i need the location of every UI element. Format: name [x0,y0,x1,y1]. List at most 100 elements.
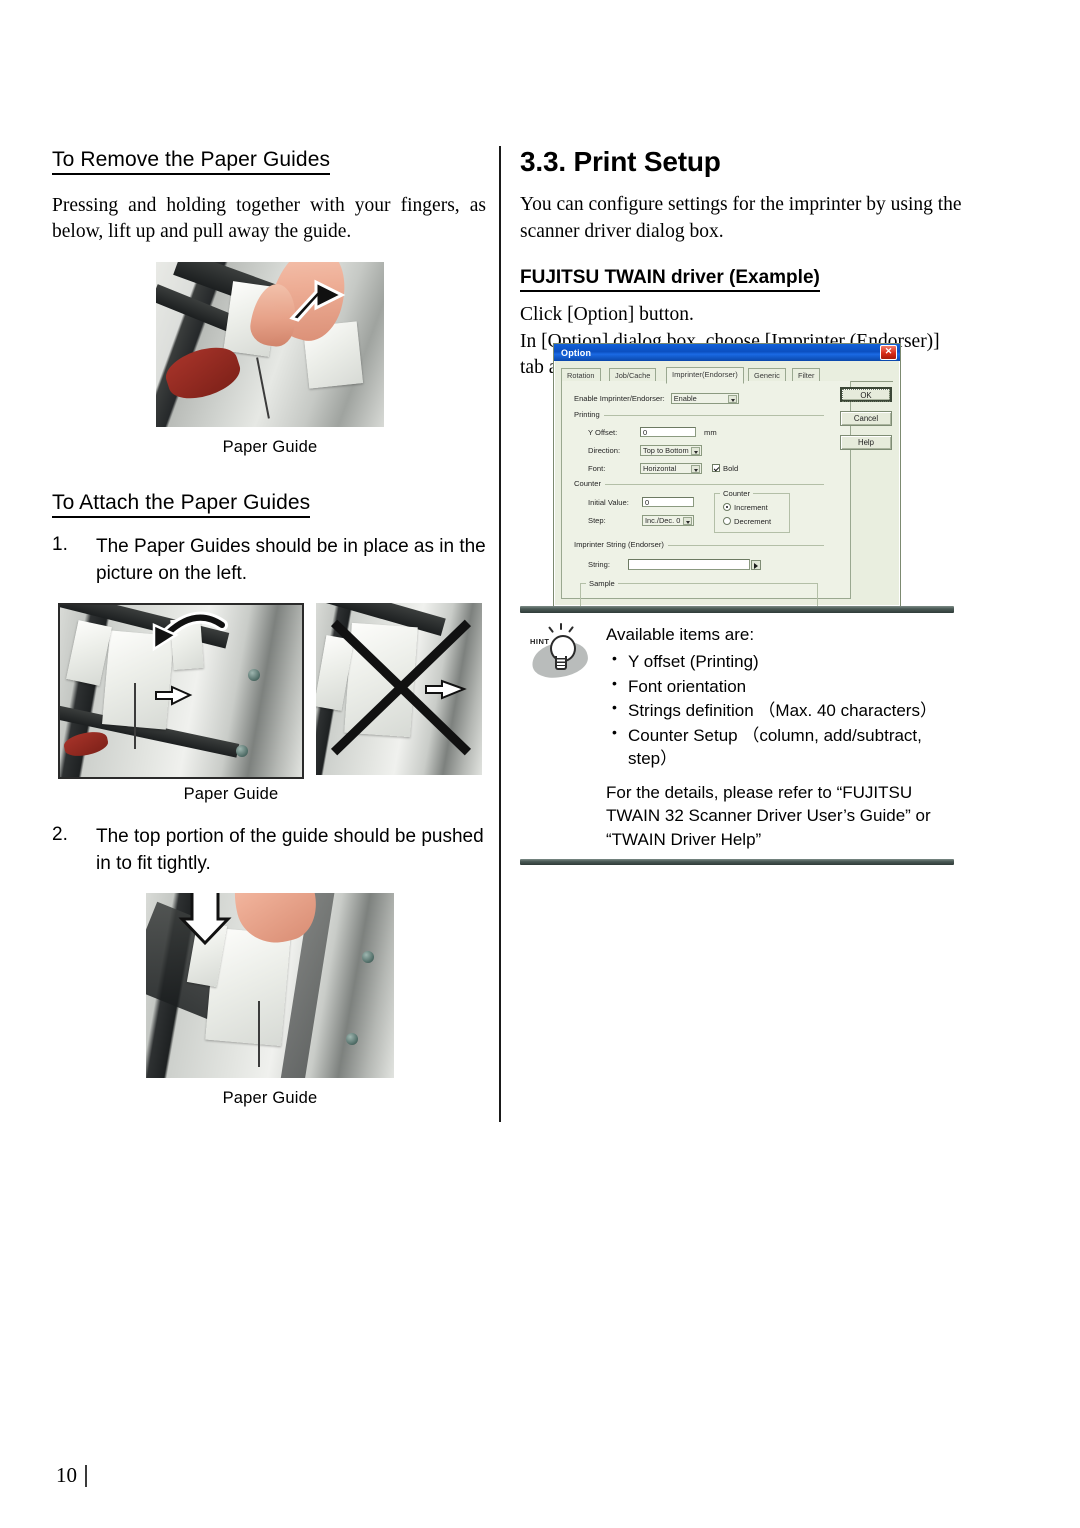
step-label: Step: [588,516,606,525]
chevron-down-icon[interactable] [683,517,692,525]
sample-legend: Sample [586,579,618,588]
hint-content: Available items are: Y offset (Printing)… [606,623,954,851]
y-offset-label: Y Offset: [588,427,618,437]
figure-push-guide: Paper Guide [52,893,488,1108]
attach-step-2-number: 2. [52,824,68,846]
tab-generic[interactable]: Generic [748,368,786,382]
figure-remove-guide: Paper Guide [52,261,488,457]
attach-step-2: 2. The top portion of the guide should b… [52,824,488,877]
attach-step-1-number: 1. [52,533,68,555]
hint-lightbulb-icon: HINT [529,623,592,683]
counter-group-rule [574,484,824,485]
dialog-tabstrip: Rotation Job/Cache Imprinter(Endorser) G… [561,367,893,384]
hint-inner: HINT Available items are: Y offset (Prin… [520,613,954,859]
photo-remove-paper-guide [156,261,384,427]
page-number: 10 [56,1463,77,1487]
photo-push-paper-guide [146,893,394,1079]
chevron-down-icon[interactable] [691,465,700,473]
step-value: Inc./Dec. 0 [645,516,681,525]
page-title: 3.3. Print Setup [520,146,721,177]
bulb-ray-3 [568,626,575,633]
tab-imprinter-endorser[interactable]: Imprinter(Endorser) [666,367,744,384]
hint-item-2: Font orientation [606,674,954,698]
figure-caption-attach-1: Paper Guide [183,785,279,804]
chevron-down-icon[interactable] [691,447,700,455]
figure-caption-remove: Paper Guide [222,437,318,456]
left-column: To Remove the Paper Guides Pressing and … [52,148,488,1108]
font-row: Font: Horizontal Bold [588,463,738,474]
counter-mode-group: Counter Increment Decrement [714,489,790,533]
ok-button[interactable]: OK [840,387,892,402]
photo-correct-placement [58,603,304,780]
option-dialog[interactable]: Option ✕ Rotation Job/Cache Imprinter(En… [553,343,901,607]
y-offset-row: Y Offset: 0 mm [588,427,717,437]
hint-intro: Available items are: [606,625,755,644]
callout-line [258,1001,260,1068]
initial-value-row: Initial Value: 0 [588,497,694,507]
remove-section-body: Pressing and holding together with your … [52,195,486,243]
initial-value-label: Initial Value: [588,497,629,507]
bold-checkbox-row[interactable]: Bold [712,464,738,473]
hint-bottom-rule [520,859,954,866]
increment-radio[interactable] [723,503,731,511]
subsection-heading: FUJITSU TWAIN driver (Example) [520,267,820,293]
hint-item-3: Strings definition （Max. 40 characters） [606,698,954,722]
tab-job-cache[interactable]: Job/Cache [609,368,657,382]
increment-option[interactable]: Increment [723,503,768,512]
bold-label: Bold [723,464,739,473]
hint-item-4: Counter Setup （column, add/subtract, ste… [606,723,954,771]
y-offset-input[interactable]: 0 [640,427,696,437]
enable-imprinter-value: Enable [673,394,697,403]
attach-step-2-text: The top portion of the guide should be p… [96,826,484,874]
string-label: String: [588,560,610,569]
direction-label: Direction: [588,446,621,455]
imprinter-string-legend: Imprinter String (Endorser) [574,540,668,549]
hint-footer: For the details, please refer to “FUJITS… [606,782,931,849]
page-number-rule [85,1464,87,1487]
counter-group-legend: Counter [574,479,606,488]
figure-attach-correct-incorrect: Paper Guide [52,603,488,804]
decrement-label: Decrement [734,517,772,526]
direction-select[interactable]: Top to Bottom [640,445,702,456]
printing-group-legend: Printing [574,410,604,419]
string-row: String: [588,559,761,570]
curved-arrow-icon [152,611,228,706]
bulb-ray-1 [560,623,563,630]
figure-caption-attach-2: Paper Guide [222,1089,318,1108]
decrement-radio[interactable] [723,517,731,525]
decrement-option[interactable]: Decrement [723,517,771,526]
chevron-down-icon[interactable] [727,395,737,403]
callout-line [134,683,136,750]
help-button[interactable]: Help [840,435,892,450]
initial-value-input[interactable]: 0 [642,497,694,507]
hint-item-1: Y offset (Printing) [606,649,954,673]
bulb-ray-2 [548,626,555,633]
font-select[interactable]: Horizontal [640,463,702,474]
bold-checkbox[interactable] [712,464,720,472]
tab-rotation[interactable]: Rotation [561,368,601,382]
hint-top-rule [520,606,954,613]
step-select[interactable]: Inc./Dec. 0 [642,515,694,526]
photo-incorrect-placement [316,603,482,776]
close-icon[interactable]: ✕ [880,345,897,360]
enable-imprinter-select[interactable]: Enable [670,393,739,404]
subheading-wrap: FUJITSU TWAIN driver (Example) [520,249,966,302]
cancel-button[interactable]: Cancel [840,411,892,426]
printing-group-rule [574,415,824,416]
enable-imprinter-row: Enable Imprinter/Endorser: Enable [574,393,739,404]
enable-imprinter-label: Enable Imprinter/Endorser: [574,394,665,403]
string-input[interactable] [628,559,750,570]
dialog-title: Option [561,347,592,358]
tab-filter[interactable]: Filter [792,368,821,382]
dialog-title-bar: Option ✕ [554,344,900,361]
attach-step-1: 1. The Paper Guides should be in place a… [52,534,488,587]
instruction-line-1: Click [Option] button. [520,304,694,326]
bulb-base [555,656,567,670]
intro-paragraph: You can configure settings for the impri… [520,194,962,242]
arrow-up-right-icon [289,279,346,322]
string-expand-button[interactable] [751,559,761,570]
ok-button-label: OK [842,389,890,402]
sample-group: Sample [580,579,818,606]
direction-row: Direction: Top to Bottom [588,445,702,456]
y-offset-unit: mm [704,427,717,437]
